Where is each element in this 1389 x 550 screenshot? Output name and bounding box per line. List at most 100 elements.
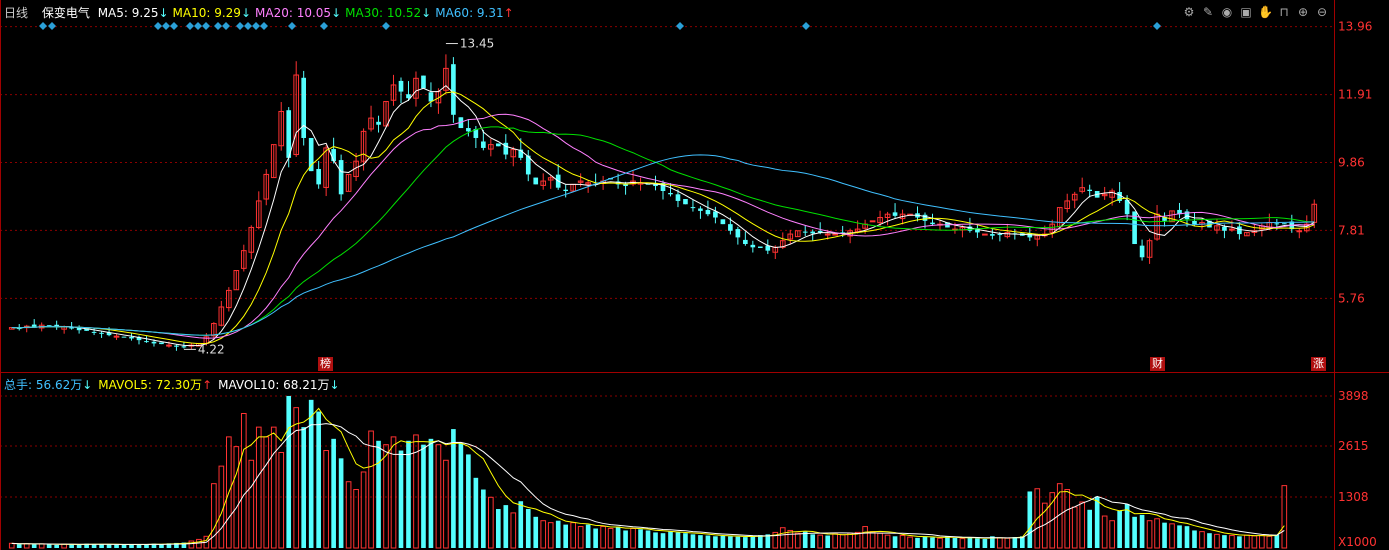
zoom-out-icon[interactable]: ⊖: [1315, 5, 1329, 19]
volume-bar-up: [1004, 537, 1011, 549]
candle-body-down: [720, 219, 726, 225]
volume-bar-up: [1154, 518, 1160, 549]
period-label[interactable]: 日线: [4, 6, 28, 20]
volume-bar-down: [1162, 522, 1167, 548]
volume-bar-up: [383, 444, 389, 549]
ma-legend-item: MA5: 9.25↓: [97, 6, 169, 20]
volume-bar-down: [915, 537, 920, 548]
ma10-line: [11, 91, 1315, 345]
candle-body-down: [990, 234, 995, 236]
candle-body-down: [683, 199, 688, 205]
volume-bar-down: [338, 458, 344, 548]
volume-axis-label: 1308: [1338, 490, 1369, 504]
price-axis-label: 5.76: [1338, 291, 1365, 305]
candle-body-down: [930, 222, 935, 225]
candle-body-down: [743, 239, 748, 245]
volume-bar-down: [473, 477, 479, 548]
volume-bar-down: [750, 536, 756, 548]
signal-diamond: [48, 22, 56, 30]
volume-bar-up: [263, 436, 270, 549]
volume-bar-up: [1251, 535, 1258, 549]
candle-body-down: [151, 341, 157, 344]
volume-bar-down: [720, 535, 726, 548]
candle-body-down: [750, 244, 756, 248]
volume-bar-up: [547, 522, 554, 549]
volume-bar-up: [839, 534, 846, 549]
volume-bar-up: [1169, 523, 1175, 549]
candle-body-down: [481, 141, 486, 148]
pane-divider: [0, 372, 1389, 373]
volume-bar-down: [458, 442, 464, 548]
volume-bar-down: [585, 524, 591, 548]
mavol10-line: [11, 423, 1285, 545]
candle-body-down: [1087, 189, 1093, 191]
lock-icon[interactable]: ⊓: [1277, 5, 1291, 19]
candle-body-up: [166, 344, 172, 347]
signal-diamond: [802, 22, 810, 30]
candle-body-down: [810, 231, 816, 234]
candle-body-down: [466, 128, 471, 132]
volume-bar-down: [121, 544, 127, 548]
candle-body-down: [99, 332, 104, 334]
volume-bar-down: [623, 530, 628, 548]
signal-diamond: [202, 22, 210, 30]
volume-bar-down: [91, 544, 97, 548]
signal-diamond: [288, 22, 296, 30]
volume-bar-up: [847, 532, 853, 549]
volume-bar-up: [779, 527, 786, 549]
volume-bar-down: [735, 536, 741, 548]
marker-bang[interactable]: 榜: [318, 357, 333, 371]
hand-icon[interactable]: ✋: [1258, 5, 1273, 19]
volume-bar-down: [525, 509, 531, 548]
candle-body-down: [563, 189, 569, 191]
volume-bar-up: [368, 430, 374, 549]
volume-bar-up: [8, 542, 15, 549]
volume-bar-up: [278, 451, 285, 549]
volume-bar-up: [1109, 520, 1115, 549]
volume-trend-arrow: ↓: [82, 378, 93, 392]
pen-icon[interactable]: ✎: [1201, 5, 1215, 19]
volume-bar-down: [593, 528, 598, 548]
signal-diamond: [244, 22, 252, 30]
volume-bar-up: [211, 483, 217, 549]
candle-body-down: [91, 331, 97, 333]
volume-bar-down: [1012, 537, 1018, 548]
volume-bar-up: [630, 528, 636, 549]
marker-zhang[interactable]: 涨: [1311, 357, 1326, 371]
volume-bar-up: [435, 444, 442, 549]
volume-legend-item: MAVOL5: 72.30万↑: [98, 378, 213, 392]
candle-body-up: [869, 220, 876, 223]
volume-bar-down: [810, 534, 816, 548]
candle-body-down: [398, 80, 404, 92]
zoom-in-icon[interactable]: ⊕: [1296, 5, 1310, 19]
ma-legend: MA5: 9.25↓ MA10: 9.29↓ MA20: 10.05↓ MA30: 1…: [98, 6, 518, 20]
volume-bar-up: [248, 459, 255, 549]
candle-body-down: [451, 64, 456, 115]
left-border: [0, 0, 1, 550]
volume-axis-label: X1000: [1338, 535, 1377, 549]
volume-bar-down: [615, 526, 621, 548]
eye-icon[interactable]: ◉: [1220, 5, 1234, 19]
volume-bar-up: [997, 537, 1003, 549]
volume-trend-arrow: ↑: [202, 378, 213, 392]
volume-bar-down: [563, 524, 569, 548]
volume-bar-down: [69, 544, 74, 548]
volume-bar-up: [884, 534, 891, 549]
briefcase-icon[interactable]: ▣: [1239, 5, 1253, 19]
ma-trend-arrow: ↓: [240, 6, 252, 20]
marker-cai[interactable]: 财: [1150, 357, 1165, 371]
mavol5-line: [11, 407, 1285, 546]
candle-body-down: [428, 92, 434, 102]
volume-header: 总手: 56.62万↓ MAVOL5: 72.30万↑ MAVOL10: 68.21…: [4, 376, 349, 393]
volume-bar-up: [1244, 534, 1250, 549]
settings-icon[interactable]: ⚙: [1182, 5, 1196, 19]
volume-bar-up: [959, 538, 966, 549]
volume-legend-item: 总手: 56.62万↓: [4, 378, 93, 392]
candle-body-down: [308, 137, 314, 172]
volume-bar-up: [270, 426, 277, 549]
volume-bar-down: [660, 533, 666, 548]
volume-bar-down: [1139, 514, 1145, 548]
candle-body-up: [1296, 230, 1303, 233]
volume-bar-down: [1094, 496, 1100, 548]
candle-body-down: [802, 231, 808, 233]
